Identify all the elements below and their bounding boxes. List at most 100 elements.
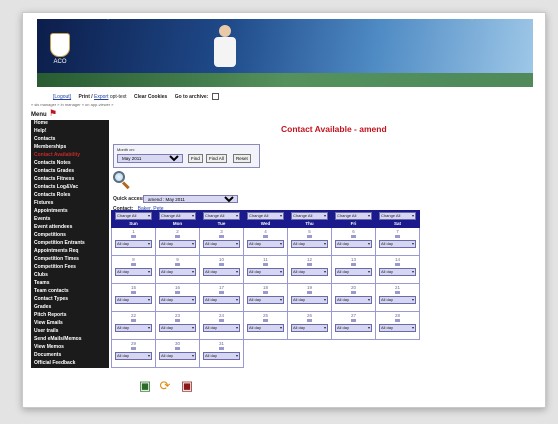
- day-availability-select[interactable]: All day: [291, 268, 328, 276]
- reset-button[interactable]: Reset: [233, 154, 251, 163]
- month-select[interactable]: May 2011: [117, 154, 183, 163]
- availability-marker-icon: [351, 319, 356, 322]
- sidebar-item-memberships[interactable]: Memberships: [31, 144, 109, 152]
- day-availability-select[interactable]: All day: [379, 268, 416, 276]
- day-availability-select[interactable]: All day: [247, 296, 284, 304]
- change-all-select[interactable]: Change All: [247, 212, 284, 220]
- day-availability-select[interactable]: All day: [247, 268, 284, 276]
- magnifier-icon[interactable]: [113, 171, 131, 190]
- day-availability-select[interactable]: All day: [115, 352, 152, 360]
- day-availability-select[interactable]: All day: [203, 296, 240, 304]
- find-button[interactable]: Find: [188, 154, 203, 163]
- sidebar-item-documents[interactable]: Documents: [31, 352, 109, 360]
- day-availability-select[interactable]: All day: [115, 324, 152, 332]
- day-number: 23: [174, 313, 180, 318]
- day-availability-select[interactable]: All day: [335, 240, 372, 248]
- day-cell: 7 All day: [375, 227, 420, 256]
- day-availability-select[interactable]: All day: [203, 240, 240, 248]
- change-all-select[interactable]: Change All: [203, 212, 240, 220]
- day-availability-select[interactable]: All day: [379, 296, 416, 304]
- sidebar-item-contacts-notes[interactable]: Contacts Notes: [31, 160, 109, 168]
- sidebar-item-pitch-reports[interactable]: Pitch Reports: [31, 312, 109, 320]
- day-availability-select[interactable]: All day: [379, 240, 416, 248]
- day-cell: 22 All day: [111, 311, 156, 340]
- sidebar-item-competition-times[interactable]: Competition Times: [31, 256, 109, 264]
- sidebar-item-contacts-log-vac[interactable]: Contacts Log&Vac: [31, 184, 109, 192]
- export-link[interactable]: Export: [94, 94, 108, 100]
- sidebar-item-home[interactable]: Home: [31, 120, 109, 128]
- day-availability-select[interactable]: All day: [291, 240, 328, 248]
- sidebar-item-clubs[interactable]: Clubs: [31, 272, 109, 280]
- sidebar-item-team-contacts[interactable]: Team contacts: [31, 288, 109, 296]
- sidebar-item-contact-types[interactable]: Contact Types: [31, 296, 109, 304]
- sidebar-item-events[interactable]: Events: [31, 216, 109, 224]
- weekday-header: Mon: [155, 220, 200, 228]
- quick-access-label: Quick access:: [113, 196, 147, 202]
- print-option: opt-text: [109, 93, 127, 100]
- day-number: 20: [350, 285, 356, 290]
- day-cell: 29 All day: [111, 339, 156, 368]
- sidebar-item-contacts-grades[interactable]: Contacts Grades: [31, 168, 109, 176]
- day-availability-select[interactable]: All day: [291, 296, 328, 304]
- sidebar-item-event-attendees[interactable]: Event attendees: [31, 224, 109, 232]
- day-availability-select[interactable]: All day: [247, 324, 284, 332]
- clear-cookies-link[interactable]: Clear Cookies: [134, 94, 167, 100]
- menu-label: Menu: [31, 112, 47, 118]
- day-availability-select[interactable]: All day: [335, 268, 372, 276]
- availability-marker-icon: [131, 235, 136, 238]
- change-all-select[interactable]: Change All: [379, 212, 416, 220]
- sidebar-item-competition-fees[interactable]: Competition Fees: [31, 264, 109, 272]
- delete-disk-icon[interactable]: ▣: [180, 379, 194, 393]
- day-availability-select[interactable]: All day: [335, 324, 372, 332]
- sidebar-item-grades[interactable]: Grades: [31, 304, 109, 312]
- day-availability-select[interactable]: All day: [159, 240, 196, 248]
- quick-access-select[interactable]: amend : May 2011: [143, 195, 238, 203]
- day-availability-select[interactable]: All day: [291, 324, 328, 332]
- change-all-select[interactable]: Change All: [115, 212, 152, 220]
- sidebar-item-user-trails[interactable]: User trails: [31, 328, 109, 336]
- day-availability-select[interactable]: All day: [203, 268, 240, 276]
- sidebar-item-contacts-roles[interactable]: Contacts Roles: [31, 192, 109, 200]
- change-all-select[interactable]: Change All: [291, 212, 328, 220]
- sidebar-item-competition-entrants[interactable]: Competition Entrants: [31, 240, 109, 248]
- availability-marker-icon: [131, 263, 136, 266]
- find-all-button[interactable]: Find All: [206, 154, 227, 163]
- day-availability-select[interactable]: All day: [159, 352, 196, 360]
- sidebar-item-view-emails[interactable]: View Emails: [31, 320, 109, 328]
- day-availability-select[interactable]: All day: [115, 296, 152, 304]
- sidebar-item-official-feedback[interactable]: Official Feedback: [31, 360, 109, 368]
- sidebar-item-teams[interactable]: Teams: [31, 280, 109, 288]
- day-cell: 23 All day: [155, 311, 200, 340]
- availability-marker-icon: [175, 347, 180, 350]
- day-availability-select[interactable]: All day: [203, 324, 240, 332]
- refresh-icon[interactable]: ⟳: [158, 379, 172, 393]
- sidebar-item-contact-availability[interactable]: Contact Availability: [31, 152, 109, 160]
- save-disk-icon[interactable]: ▣: [138, 379, 152, 393]
- day-availability-select[interactable]: All day: [247, 240, 284, 248]
- sidebar-item-view-memos[interactable]: View Memos: [31, 344, 109, 352]
- day-availability-select[interactable]: All day: [203, 352, 240, 360]
- logout-link[interactable]: [Logout]: [53, 94, 71, 100]
- sidebar-item-appointments-req[interactable]: Appointments Req: [31, 248, 109, 256]
- sidebar-item-appointments[interactable]: Appointments: [31, 208, 109, 216]
- sidebar-menu: Home Help! Contacts Memberships Contact Avai…: [31, 120, 109, 368]
- empty-day-cell: [244, 340, 288, 368]
- sidebar-item-fixtures[interactable]: Fixtures: [31, 200, 109, 208]
- day-availability-select[interactable]: All day: [379, 324, 416, 332]
- archive-checkbox[interactable]: [211, 93, 219, 100]
- sidebar-item-send-emails-memos[interactable]: Send eMails/Memos: [31, 336, 109, 344]
- day-availability-select[interactable]: All day: [115, 240, 152, 248]
- sidebar-item-contacts-fitness[interactable]: Contacts Fitness: [31, 176, 109, 184]
- change-all-select[interactable]: Change All: [335, 212, 372, 220]
- sidebar-item-help[interactable]: Help!: [31, 128, 109, 136]
- day-availability-select[interactable]: All day: [335, 296, 372, 304]
- day-availability-select[interactable]: All day: [159, 324, 196, 332]
- day-availability-select[interactable]: All day: [159, 296, 196, 304]
- availability-marker-icon: [395, 291, 400, 294]
- sidebar-item-competitions[interactable]: Competitions: [31, 232, 109, 240]
- day-availability-select[interactable]: All day: [115, 268, 152, 276]
- day-cell: 1 All day: [111, 227, 156, 256]
- sidebar-item-contacts[interactable]: Contacts: [31, 136, 109, 144]
- change-all-select[interactable]: Change All: [159, 212, 196, 220]
- day-availability-select[interactable]: All day: [159, 268, 196, 276]
